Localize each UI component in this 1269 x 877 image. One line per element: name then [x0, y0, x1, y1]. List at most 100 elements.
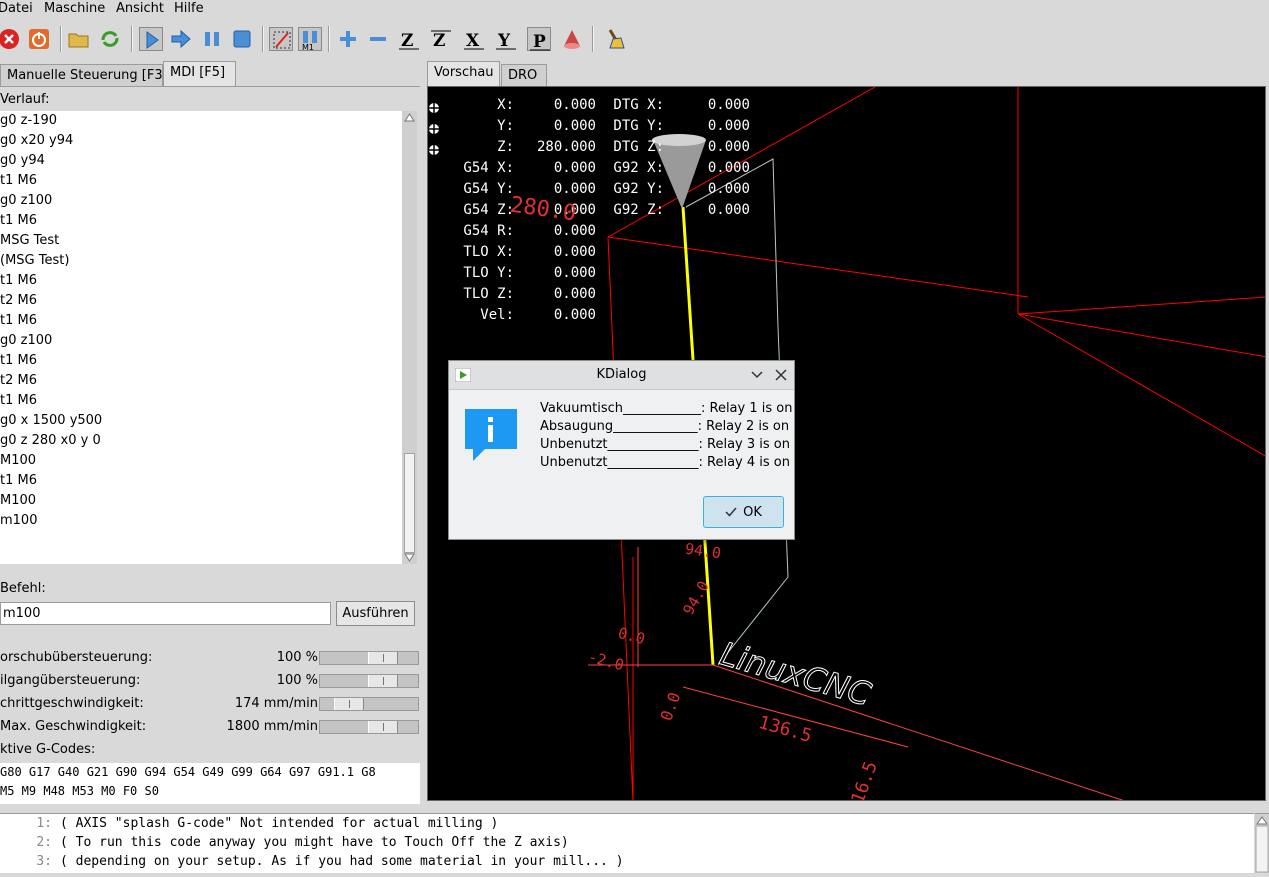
gcode-line[interactable]: 3: ( depending on your setup. As if you h… — [0, 852, 1254, 871]
checkmark-icon — [725, 507, 737, 517]
close-icon[interactable] — [774, 368, 788, 382]
block-delete-button[interactable] — [269, 27, 293, 51]
history-item[interactable]: t1 M6 — [0, 311, 402, 331]
history-item[interactable]: g0 x20 y94 — [0, 131, 402, 151]
zoom-in-icon — [340, 31, 356, 47]
dro-row: G54 Y: 0.000 G92 Y: 0.000 — [428, 179, 750, 200]
slider-thumb[interactable] — [368, 675, 398, 687]
dro-axis-label-2: G92 Z: — [613, 202, 664, 218]
history-item[interactable]: t1 M6 — [0, 171, 402, 191]
minimize-chevron-icon[interactable] — [750, 368, 764, 382]
gcode-scrollbar[interactable] — [1255, 813, 1269, 873]
history-item[interactable]: g0 x 1500 y500 — [0, 411, 402, 431]
zoom-in-button[interactable] — [336, 27, 360, 51]
view-x-button[interactable]: X — [462, 27, 486, 51]
slider-label: ilgangübersteuerung: — [0, 673, 141, 688]
override-slider[interactable] — [319, 674, 419, 688]
toolbar: M1 Z Z X Y P — [0, 18, 1269, 62]
optional-stop-button[interactable]: M1 — [298, 27, 322, 51]
override-slider[interactable] — [319, 697, 419, 711]
history-item[interactable]: t1 M6 — [0, 471, 402, 491]
slider-thumb[interactable] — [368, 721, 398, 733]
view-z2-button[interactable]: Z — [429, 27, 453, 51]
dialog-titlebar[interactable]: KDialog — [449, 361, 794, 390]
history-item[interactable]: g0 z-190 — [0, 111, 402, 131]
tab-preview[interactable]: Vorschau — [427, 61, 500, 86]
menubar: Datei Maschine Ansicht Hilfe — [0, 0, 1269, 18]
override-slider[interactable] — [319, 651, 419, 665]
estop-icon — [0, 29, 19, 49]
dro-axis-value-2: 0.000 — [707, 97, 750, 113]
mdi-history-list[interactable]: g0 z-190 g0 x20 y94 g0 y94 t1 M6 g0 z100 t1 M… — [0, 111, 402, 564]
power-button[interactable] — [27, 27, 51, 51]
history-scrollbar-thumb[interactable] — [404, 453, 415, 553]
slider-thumb[interactable] — [368, 652, 398, 664]
override-slider[interactable] — [319, 720, 419, 734]
dro-axis-label: G54 Z: — [463, 202, 514, 218]
history-item[interactable]: M100 — [0, 451, 402, 471]
dro-axis-label: G54 X: — [463, 160, 514, 176]
history-item[interactable]: t1 M6 — [0, 271, 402, 291]
history-item[interactable]: t2 M6 — [0, 291, 402, 311]
run-command-button[interactable]: Ausführen — [336, 601, 415, 626]
history-item[interactable]: t2 M6 — [0, 371, 402, 391]
stop-button[interactable] — [230, 27, 254, 51]
dro-axis-value-2: 0.000 — [707, 202, 750, 218]
history-item[interactable]: g0 y94 — [0, 151, 402, 171]
gcode-line-number: 2: — [36, 835, 52, 850]
history-item[interactable]: t1 M6 — [0, 391, 402, 411]
step-button[interactable] — [169, 27, 193, 51]
menu-maschine[interactable]: Maschine — [44, 0, 105, 17]
dro-axis-value: 0.000 — [553, 160, 596, 176]
history-item[interactable]: t1 M6 — [0, 351, 402, 371]
dro-row: Vel: 0.000 — [428, 305, 750, 326]
gcode-line[interactable]: 2: ( To run this code anyway you might ha… — [0, 833, 1254, 852]
view-y-button[interactable]: Y — [494, 27, 518, 51]
dro-row: G54 X: 0.000 G92 X: 0.000 — [428, 158, 750, 179]
dro-axis-value: 0.000 — [553, 97, 596, 113]
ok-button[interactable]: OK — [703, 496, 784, 528]
history-item[interactable]: m100 — [0, 511, 402, 531]
history-item[interactable]: g0 z100 — [0, 331, 402, 351]
reload-button[interactable] — [98, 27, 122, 51]
gcode-line[interactable]: 1: ( AXIS "splash G-code" Not intended fo… — [0, 814, 1254, 833]
tab-manual-control[interactable]: Manuelle Steuerung [F3] — [0, 64, 168, 86]
slider-label: chrittgeschwindigkeit: — [0, 696, 144, 711]
tab-mdi[interactable]: MDI [F5] — [163, 61, 236, 86]
dro-row: Y: 0.000 DTG Y: 0.000 — [428, 116, 750, 137]
toolbar-separator — [131, 26, 133, 52]
dro-axis-value-2: 0.000 — [707, 181, 750, 197]
menu-hilfe[interactable]: Hilfe — [174, 0, 204, 17]
reload-icon — [101, 31, 119, 47]
pause-icon — [205, 32, 219, 46]
history-item[interactable]: M100 — [0, 491, 402, 511]
history-item[interactable]: (MSG Test) — [0, 251, 402, 271]
slider-value: 174 mm/min — [234, 696, 318, 711]
gcode-listing[interactable]: 1: ( AXIS "splash G-code" Not intended fo… — [0, 813, 1254, 873]
rotate-view-button[interactable] — [560, 27, 584, 51]
slider-thumb[interactable] — [334, 698, 364, 710]
view-perspective-button[interactable]: P — [527, 27, 551, 51]
history-item[interactable]: MSG Test — [0, 231, 402, 251]
gcode-line-text: ( To run this code anyway you might have… — [60, 835, 569, 850]
history-item[interactable]: g0 z100 — [0, 191, 402, 211]
zoom-out-button[interactable] — [366, 27, 390, 51]
history-item[interactable]: g0 z 280 x0 y 0 — [0, 431, 402, 451]
tab-dro[interactable]: DRO — [501, 64, 547, 86]
active-gcodes-box: G80 G17 G40 G21 G90 G94 G54 G49 G99 G64 … — [0, 763, 420, 804]
view-z-button[interactable]: Z — [397, 27, 421, 51]
cone-icon — [564, 30, 580, 49]
menu-datei[interactable]: Datei — [0, 0, 33, 17]
history-item[interactable]: t1 M6 — [0, 211, 402, 231]
mdi-command-input[interactable] — [0, 602, 331, 625]
clear-backplot-button[interactable] — [603, 27, 627, 51]
run-program-button[interactable] — [139, 27, 163, 51]
menu-ansicht[interactable]: Ansicht — [116, 0, 164, 17]
pause-button[interactable] — [200, 27, 224, 51]
svg-text:Z: Z — [401, 31, 413, 50]
dro-axis-label: G54 R: — [463, 223, 514, 239]
slider-value: 1800 mm/min — [226, 719, 318, 734]
estop-button[interactable] — [0, 27, 21, 51]
dro-axis-value-2: 0.000 — [707, 118, 750, 134]
open-file-button[interactable] — [67, 27, 91, 51]
